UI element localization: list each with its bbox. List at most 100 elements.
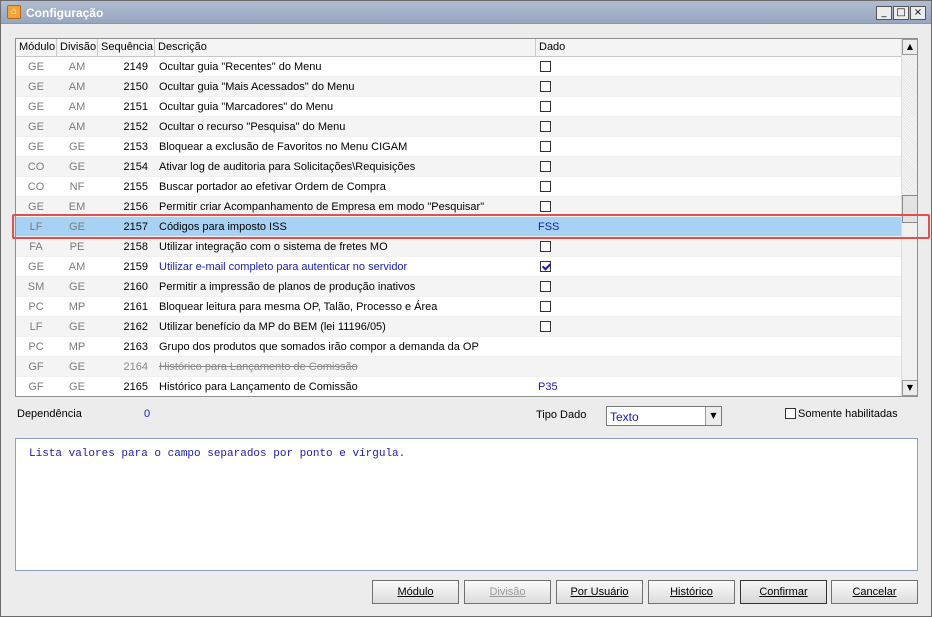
row-descricao: Ativar log de auditoria para Solicitaçõe… bbox=[159, 161, 416, 173]
row-descricao: Ocultar guia "Recentes" do Menu bbox=[159, 61, 322, 73]
table-row[interactable]: GE AM 2152 Ocultar o recurso "Pesquisa" do … bbox=[16, 117, 902, 137]
grid-header: Módulo Divisão Sequência Descrição Dado bbox=[16, 39, 902, 57]
row-descricao: Grupo dos produtos que somados irão comp… bbox=[159, 341, 479, 353]
row-divisao: MP bbox=[68, 341, 86, 353]
col-sequencia[interactable]: Sequência bbox=[98, 39, 155, 57]
row-divisao: GE bbox=[69, 221, 85, 233]
row-modulo: GE bbox=[28, 141, 44, 153]
table-row[interactable]: GE EM 2156 Permitir criar Acompanhamento de… bbox=[16, 197, 902, 217]
row-modulo: PC bbox=[28, 301, 44, 313]
row-descricao: Buscar portador ao efetivar Ordem de Com… bbox=[159, 181, 386, 193]
table-row[interactable]: GE AM 2149 Ocultar guia "Recentes" do Menu bbox=[16, 57, 902, 77]
help-textarea[interactable]: Lista valores para o campo separados por… bbox=[15, 438, 918, 571]
row-dado-checkbox[interactable] bbox=[540, 141, 551, 152]
row-descricao: Permitir a impressão de planos de produç… bbox=[159, 281, 416, 293]
table-row[interactable]: GF GE 2165 Histórico para Lançamento de Com… bbox=[16, 377, 902, 396]
row-modulo: PC bbox=[28, 341, 44, 353]
row-sequencia: 2151 bbox=[123, 101, 148, 113]
title-bar[interactable]: ⌂ Configuração _ □ × bbox=[1, 1, 931, 24]
tipo-dado-select[interactable]: Texto ▼ bbox=[606, 406, 722, 426]
row-sequencia: 2161 bbox=[123, 301, 148, 313]
row-dado-checkbox[interactable] bbox=[540, 61, 551, 72]
row-divisao: AM bbox=[68, 261, 86, 273]
row-dado-checkbox[interactable] bbox=[540, 261, 551, 272]
row-divisao: GE bbox=[69, 161, 85, 173]
row-sequencia: 2158 bbox=[123, 241, 148, 253]
scroll-thumb[interactable] bbox=[902, 194, 917, 223]
minimize-button[interactable]: _ bbox=[876, 6, 892, 20]
row-sequencia: 2154 bbox=[123, 161, 148, 173]
grid-scrollbar[interactable]: ▲ ▼ bbox=[901, 39, 917, 396]
configuracao-window: ⌂ Configuração _ □ × Módulo Divisão Sequ… bbox=[0, 0, 932, 617]
somente-habilitadas-label[interactable]: Somente habilitadas bbox=[798, 408, 898, 420]
table-row[interactable]: GF GE 2164 Histórico para Lançamento de Com… bbox=[16, 357, 902, 377]
historico-button[interactable]: Histórico bbox=[648, 580, 735, 604]
modulo-button[interactable]: Módulo bbox=[372, 580, 459, 604]
scroll-down-icon[interactable]: ▼ bbox=[902, 380, 917, 396]
row-modulo: GE bbox=[28, 261, 44, 273]
close-button[interactable]: × bbox=[910, 6, 926, 20]
por-usuario-button[interactable]: Por Usuário bbox=[556, 580, 643, 604]
row-descricao: Códigos para imposto ISS bbox=[159, 221, 287, 233]
dependencia-value: 0 bbox=[144, 408, 151, 420]
tipo-dado-value: Texto bbox=[610, 410, 639, 424]
row-divisao: GE bbox=[69, 141, 85, 153]
row-dado-checkbox[interactable] bbox=[540, 181, 551, 192]
row-dado-checkbox[interactable] bbox=[540, 161, 551, 172]
table-row[interactable]: SM GE 2160 Permitir a impressão de planos d… bbox=[16, 277, 902, 297]
col-divisao[interactable]: Divisão bbox=[57, 39, 98, 57]
chevron-down-icon[interactable]: ▼ bbox=[705, 407, 721, 425]
table-row[interactable]: FA PE 2158 Utilizar integração com o sistem… bbox=[16, 237, 902, 257]
row-modulo: FA bbox=[29, 241, 43, 253]
table-row[interactable]: GE GE 2153 Bloquear a exclusão de Favoritos… bbox=[16, 137, 902, 157]
row-sequencia: 2159 bbox=[123, 261, 148, 273]
row-dado-checkbox[interactable] bbox=[540, 281, 551, 292]
table-row[interactable]: GE AM 2151 Ocultar guia "Marcadores" do Men… bbox=[16, 97, 902, 117]
row-descricao: Ocultar o recurso "Pesquisa" do Menu bbox=[159, 121, 346, 133]
row-divisao: AM bbox=[68, 101, 86, 113]
help-text: Lista valores para o campo separados por… bbox=[29, 448, 406, 460]
row-dado-checkbox[interactable] bbox=[540, 321, 551, 332]
row-divisao: AM bbox=[68, 81, 86, 93]
scroll-track[interactable] bbox=[902, 55, 917, 201]
config-grid[interactable]: Módulo Divisão Sequência Descrição Dado … bbox=[15, 38, 918, 397]
table-row[interactable]: CO GE 2154 Ativar log de auditoria para Sol… bbox=[16, 157, 902, 177]
row-divisao: PE bbox=[69, 241, 85, 253]
maximize-button[interactable]: □ bbox=[893, 6, 909, 20]
somente-habilitadas-checkbox[interactable] bbox=[785, 408, 796, 419]
row-dado-checkbox[interactable] bbox=[540, 121, 551, 132]
row-modulo: CO bbox=[27, 161, 45, 173]
table-row[interactable]: CO NF 2155 Buscar portador ao efetivar Orde… bbox=[16, 177, 902, 197]
table-row[interactable]: PC MP 2163 Grupo dos produtos que somados i… bbox=[16, 337, 902, 357]
row-descricao: Histórico para Lançamento de Comissão bbox=[159, 361, 358, 373]
divisao-button[interactable]: Divisão bbox=[464, 580, 551, 604]
cancelar-button[interactable]: Cancelar bbox=[831, 580, 918, 604]
row-divisao: NF bbox=[69, 181, 85, 193]
confirmar-button[interactable]: Confirmar bbox=[740, 580, 827, 604]
row-modulo: GE bbox=[28, 101, 44, 113]
row-dado-value: P35 bbox=[538, 381, 558, 393]
app-home-icon: ⌂ bbox=[7, 5, 21, 19]
table-row[interactable]: LF GE 2162 Utilizar benefício da MP do BEM … bbox=[16, 317, 902, 337]
col-descricao[interactable]: Descrição bbox=[155, 39, 536, 57]
row-dado-checkbox[interactable] bbox=[540, 81, 551, 92]
scroll-up-icon[interactable]: ▲ bbox=[902, 39, 917, 55]
row-divisao: AM bbox=[68, 121, 86, 133]
row-modulo: GF bbox=[28, 361, 44, 373]
table-row[interactable]: LF GE 2157 Códigos para imposto ISS FSS bbox=[16, 217, 902, 237]
table-row[interactable]: GE AM 2159 Utilizar e-mail completo para au… bbox=[16, 257, 902, 277]
row-descricao: Bloquear a exclusão de Favoritos no Menu… bbox=[159, 141, 408, 153]
col-modulo[interactable]: Módulo bbox=[16, 39, 57, 57]
row-dado-checkbox[interactable] bbox=[540, 301, 551, 312]
row-dado-checkbox[interactable] bbox=[540, 241, 551, 252]
row-sequencia: 2162 bbox=[123, 321, 148, 333]
row-dado-checkbox[interactable] bbox=[540, 101, 551, 112]
row-dado-value: FSS bbox=[538, 221, 560, 233]
row-modulo: GF bbox=[28, 381, 44, 393]
table-row[interactable]: PC MP 2161 Bloquear leitura para mesma OP, … bbox=[16, 297, 902, 317]
row-sequencia: 2152 bbox=[123, 121, 148, 133]
row-dado-checkbox[interactable] bbox=[540, 201, 551, 212]
row-sequencia: 2160 bbox=[123, 281, 148, 293]
col-dado[interactable]: Dado bbox=[536, 39, 902, 57]
table-row[interactable]: GE AM 2150 Ocultar guia "Mais Acessados" do… bbox=[16, 77, 902, 97]
